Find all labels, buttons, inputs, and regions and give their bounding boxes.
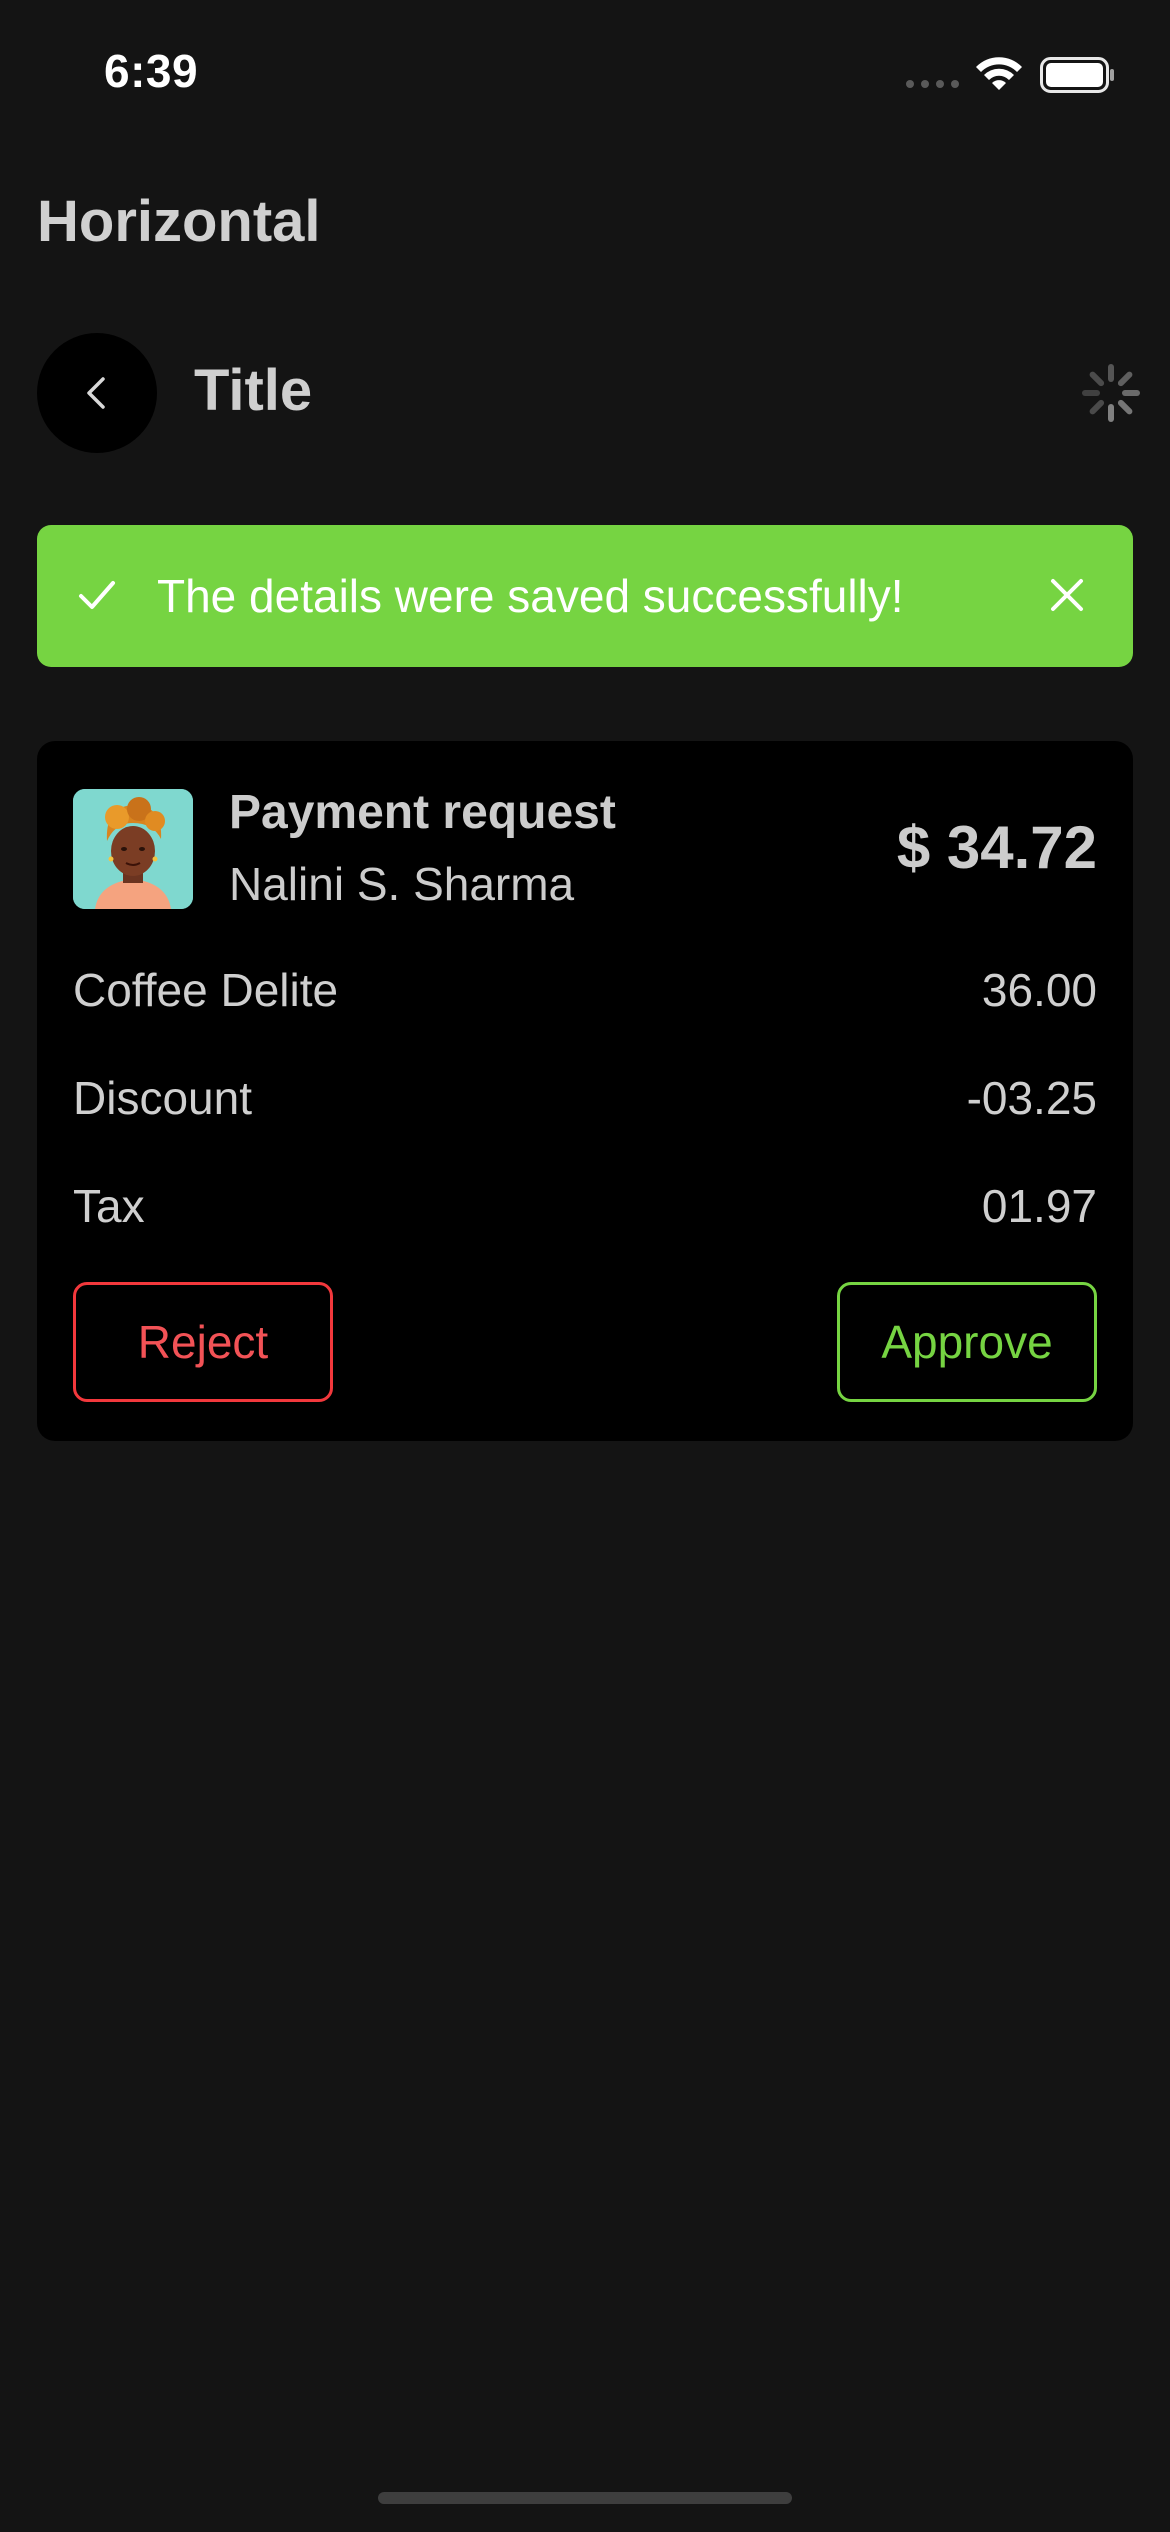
checkmark-icon xyxy=(79,581,115,609)
line-item-label: Coffee Delite xyxy=(73,964,339,1016)
avatar xyxy=(73,789,193,909)
line-item-label: Discount xyxy=(73,1072,252,1124)
line-item: Tax 01.97 xyxy=(73,1179,1097,1239)
cellular-signal-icon xyxy=(906,80,959,88)
line-item-label: Tax xyxy=(73,1180,145,1232)
line-item-value: 01.97 xyxy=(981,1180,1097,1232)
spinner-icon xyxy=(1082,364,1140,422)
approve-button[interactable]: Approve xyxy=(837,1282,1097,1402)
screen-heading: Horizontal xyxy=(37,189,321,254)
payment-request-card: Payment request Nalini S. Sharma $ 34.72… xyxy=(37,741,1133,1441)
toast-message: The details were saved successfully! xyxy=(157,570,904,622)
navigation-bar: Title xyxy=(37,333,1140,453)
back-button[interactable] xyxy=(37,333,157,453)
card-title: Payment request xyxy=(229,786,616,839)
requester-name: Nalini S. Sharma xyxy=(229,858,575,910)
chevron-left-icon xyxy=(87,377,105,409)
nav-title: Title xyxy=(194,358,313,423)
line-item: Discount -03.25 xyxy=(73,1071,1097,1131)
home-indicator[interactable] xyxy=(378,2492,792,2504)
person-avatar-image xyxy=(73,789,193,909)
line-item-value: -03.25 xyxy=(966,1072,1097,1124)
success-toast: The details were saved successfully! xyxy=(37,525,1133,667)
status-time: 6:39 xyxy=(104,45,199,97)
reject-button[interactable]: Reject xyxy=(73,1282,333,1402)
battery-icon xyxy=(1040,57,1114,93)
line-item-value: 36.00 xyxy=(981,964,1097,1016)
status-bar: 6:39 xyxy=(0,0,1170,150)
line-item: Coffee Delite 36.00 xyxy=(73,963,1097,1023)
close-icon[interactable] xyxy=(1043,571,1091,619)
wifi-icon xyxy=(976,57,1022,90)
payment-amount: $ 34.72 xyxy=(896,814,1097,881)
